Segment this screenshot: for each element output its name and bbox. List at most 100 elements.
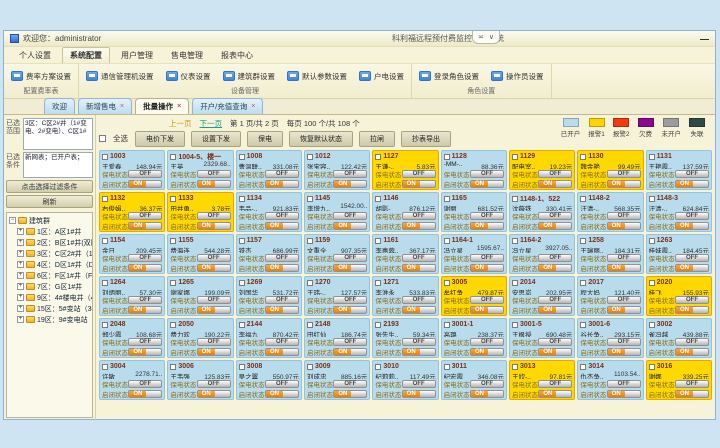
protect-toggle[interactable]: OFF xyxy=(128,338,162,346)
card-checkbox[interactable] xyxy=(170,280,176,286)
card-checkbox[interactable] xyxy=(375,280,381,286)
protect-toggle[interactable]: OFF xyxy=(197,296,231,304)
prev-page-link[interactable]: 上一页 xyxy=(169,118,192,129)
switch-toggle[interactable]: ON xyxy=(402,180,436,188)
protect-toggle[interactable]: OFF xyxy=(402,296,436,304)
card-checkbox[interactable] xyxy=(512,238,518,244)
card-checkbox[interactable] xyxy=(102,238,108,244)
meter-card-3013[interactable]: 3013王欣-..97.81元保电状态OFF启闭状态ON xyxy=(509,360,575,400)
meter-card-1134[interactable]: 1134韦品-..921.83元保电状态OFF启闭状态ON xyxy=(236,192,302,232)
tab-新增售电[interactable]: 新增售电× xyxy=(78,98,132,114)
tab-close-icon[interactable]: × xyxy=(251,103,255,110)
switch-toggle[interactable]: ON xyxy=(470,222,504,230)
switch-toggle[interactable]: ON xyxy=(675,222,709,230)
card-checkbox[interactable] xyxy=(580,238,586,244)
card-checkbox[interactable] xyxy=(512,322,518,328)
meter-card-1127[interactable]: 1127王谦-..5.83元保电状态OFF启闭状态ON xyxy=(372,150,438,190)
meter-card-3002[interactable]: 3002雀冯越439.88元保电状态OFF启闭状态ON xyxy=(646,318,712,358)
switch-toggle[interactable]: ON xyxy=(470,264,504,272)
collapse-icon[interactable]: − xyxy=(9,217,16,224)
protect-toggle[interactable]: OFF xyxy=(197,212,231,220)
meter-card-2017[interactable]: 2017程大妈121.40元保电状态OFF启闭状态ON xyxy=(577,276,643,316)
tree-item[interactable]: +1区：A区1#井 xyxy=(9,226,90,237)
card-checkbox[interactable] xyxy=(512,280,518,286)
switch-toggle[interactable]: ON xyxy=(197,180,231,188)
expand-icon[interactable]: + xyxy=(17,305,24,312)
protect-toggle[interactable]: OFF xyxy=(675,254,709,262)
expand-icon[interactable]: + xyxy=(17,316,24,323)
switch-toggle[interactable]: ON xyxy=(607,180,641,188)
ribbon-button-户电设置[interactable]: 户电设置 xyxy=(356,69,407,84)
card-checkbox[interactable] xyxy=(512,154,518,160)
card-checkbox[interactable] xyxy=(444,238,450,244)
switch-toggle[interactable]: ON xyxy=(402,222,436,230)
card-checkbox[interactable] xyxy=(170,154,176,160)
switch-toggle[interactable]: ON xyxy=(128,180,162,188)
meter-card-2193[interactable]: 2193张先生..59.34元保电状态OFF启闭状态ON xyxy=(372,318,438,358)
tree-item[interactable]: +3区：C区2#井（1 xyxy=(9,248,90,259)
protect-toggle[interactable]: OFF xyxy=(128,170,162,178)
meter-card-1161[interactable]: 1161李惠蓉..367.17元保电状态OFF启闭状态ON xyxy=(372,234,438,274)
switch-toggle[interactable]: ON xyxy=(197,348,231,356)
next-page-link[interactable]: 下一页 xyxy=(200,118,223,129)
expand-icon[interactable]: + xyxy=(17,228,24,235)
card-checkbox[interactable] xyxy=(649,196,655,202)
tree-item[interactable]: +7区：G区1#井 xyxy=(9,281,90,292)
switch-toggle[interactable]: ON xyxy=(197,306,231,314)
switch-toggle[interactable]: ON xyxy=(470,390,504,398)
switch-toggle[interactable]: ON xyxy=(675,390,709,398)
card-checkbox[interactable] xyxy=(170,322,176,328)
tab-开户/充值查询[interactable]: 开户/充值查询× xyxy=(192,98,263,114)
layout-icon[interactable]: ≍ xyxy=(478,33,484,41)
protect-toggle[interactable]: OFF xyxy=(538,338,572,346)
meter-card-1128[interactable]: 1128-MM-..88.36元保电状态OFF启闭状态ON xyxy=(441,150,507,190)
switch-toggle[interactable]: ON xyxy=(538,180,572,188)
meter-card-1132[interactable]: 1132右俊娟..36.37元保电状态OFF启闭状态ON xyxy=(99,192,165,232)
switch-toggle[interactable]: ON xyxy=(265,390,299,398)
protect-toggle[interactable]: OFF xyxy=(265,170,299,178)
switch-toggle[interactable]: ON xyxy=(402,264,436,272)
card-checkbox[interactable] xyxy=(102,196,108,202)
protect-toggle[interactable]: OFF xyxy=(470,296,504,304)
protect-toggle[interactable]: OFF xyxy=(333,170,367,178)
tree-item[interactable]: +19区：9#变电站（ xyxy=(9,314,90,325)
meter-card-1270[interactable]: 1270王玮-..127.57元保电状态OFF启闭状态ON xyxy=(304,276,370,316)
card-checkbox[interactable] xyxy=(307,196,313,202)
card-checkbox[interactable] xyxy=(307,322,313,328)
expand-icon[interactable]: + xyxy=(17,250,24,257)
meter-card-1263[interactable]: 1263桂妹霞..184.45元保电状态OFF启闭状态ON xyxy=(646,234,712,274)
switch-toggle[interactable]: ON xyxy=(470,306,504,314)
expand-icon[interactable]: + xyxy=(17,261,24,268)
card-checkbox[interactable] xyxy=(649,364,655,370)
protect-toggle[interactable]: OFF xyxy=(402,170,436,178)
protect-toggle[interactable]: OFF xyxy=(265,380,299,388)
protect-toggle[interactable]: OFF xyxy=(128,212,162,220)
card-checkbox[interactable] xyxy=(307,280,313,286)
switch-toggle[interactable]: ON xyxy=(607,264,641,272)
protect-toggle[interactable]: OFF xyxy=(470,170,504,178)
switch-toggle[interactable]: ON xyxy=(675,306,709,314)
selected-condition-box[interactable]: 新网表；已开户表； xyxy=(23,152,93,178)
switch-toggle[interactable]: ON xyxy=(607,306,641,314)
switch-toggle[interactable]: ON xyxy=(333,390,367,398)
switch-toggle[interactable]: ON xyxy=(333,180,367,188)
meter-card-3011[interactable]: 3011纪宏霞346.08元保电状态OFF启闭状态ON xyxy=(441,360,507,400)
switch-toggle[interactable]: ON xyxy=(538,390,572,398)
meter-card-1148-3[interactable]: 1148-3汪清-..624.84元保电状态OFF启闭状态ON xyxy=(646,192,712,232)
ribbon-button-登录角色设置[interactable]: 登录角色设置 xyxy=(416,69,482,84)
card-checkbox[interactable] xyxy=(239,238,245,244)
card-checkbox[interactable] xyxy=(170,238,176,244)
action-button-保电[interactable]: 保电 xyxy=(247,131,283,147)
card-checkbox[interactable] xyxy=(444,322,450,328)
switch-toggle[interactable]: ON xyxy=(402,390,436,398)
meter-card-3014[interactable]: 3014仇杰争..1103.54..保电状态OFF启闭状态ON xyxy=(577,360,643,400)
card-checkbox[interactable] xyxy=(239,154,245,160)
protect-toggle[interactable]: OFF xyxy=(675,296,709,304)
meter-card-3006[interactable]: 3006王韦强125.83元保电状态OFF启闭状态ON xyxy=(167,360,233,400)
meter-card-3004[interactable]: 3004许敏2278.71..保电状态OFF启闭状态ON xyxy=(99,360,165,400)
menu-item-售电管理[interactable]: 售电管理 xyxy=(164,48,210,63)
switch-toggle[interactable]: ON xyxy=(333,348,367,356)
card-checkbox[interactable] xyxy=(580,196,586,202)
card-checkbox[interactable] xyxy=(580,364,586,370)
menu-item-用户管理[interactable]: 用户管理 xyxy=(114,48,160,63)
